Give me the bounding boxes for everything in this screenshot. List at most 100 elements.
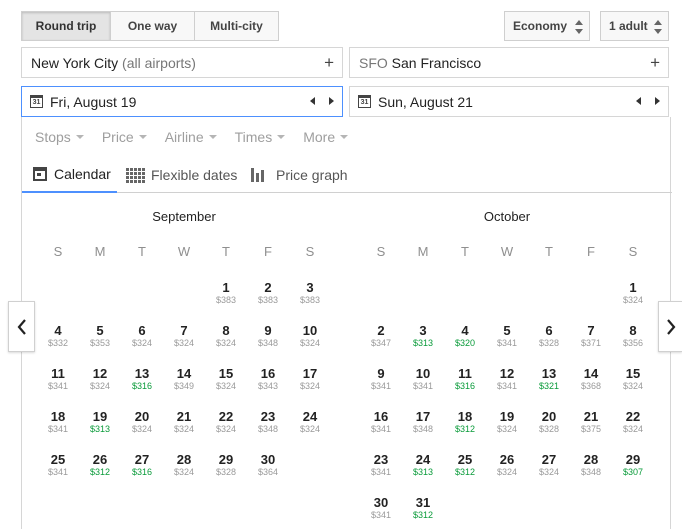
tab-calendar[interactable]: Calendar [22, 157, 117, 193]
filter-bar: Stops Price Airline Times More [35, 129, 366, 145]
calendar-day[interactable]: 17 $324 [289, 367, 331, 392]
calendar-day[interactable]: 1 $324 [612, 281, 654, 306]
calendar-day[interactable]: 9 $348 [247, 324, 289, 349]
filter-airline[interactable]: Airline [165, 129, 217, 145]
calendar-day[interactable]: 22 $324 [205, 410, 247, 435]
calendar-day[interactable]: 28 $324 [163, 453, 205, 478]
calendar-day[interactable]: 20 $328 [528, 410, 570, 435]
calendar-day[interactable]: 27 $316 [121, 453, 163, 478]
day-number: 16 [373, 409, 389, 424]
one-way-button[interactable]: One way [111, 11, 195, 41]
day-number: 22 [218, 409, 234, 424]
weekday-label: S [305, 244, 315, 259]
calendar-day[interactable]: 20 $324 [121, 410, 163, 435]
calendar-day[interactable]: 1 $383 [205, 281, 247, 306]
calendar-day[interactable]: 12 $341 [486, 367, 528, 392]
filter-price[interactable]: Price [102, 129, 147, 145]
calendar-day[interactable]: 6 $328 [528, 324, 570, 349]
calendar-day[interactable]: 16 $341 [360, 410, 402, 435]
calendar-day[interactable]: 5 $341 [486, 324, 528, 349]
calendar-day[interactable]: 2 $347 [360, 324, 402, 349]
calendar-day[interactable]: 12 $324 [79, 367, 121, 392]
previous-day-icon[interactable] [636, 97, 641, 105]
calendar-day[interactable]: 6 $324 [121, 324, 163, 349]
day-number: 30 [260, 452, 276, 467]
calendar-day[interactable]: 30 $364 [247, 453, 289, 478]
calendar-day[interactable]: 14 $349 [163, 367, 205, 392]
calendar-day[interactable]: 19 $313 [79, 410, 121, 435]
calendar-day[interactable]: 25 $312 [444, 453, 486, 478]
calendar-day[interactable]: 31 $312 [402, 496, 444, 521]
departure-date-field[interactable]: 31 Fri, August 19 [21, 86, 343, 117]
add-destination-icon[interactable]: + [650, 53, 660, 73]
filter-more[interactable]: More [303, 129, 349, 145]
calendar-day[interactable]: 19 $324 [486, 410, 528, 435]
tab-price-graph[interactable]: Price graph [251, 157, 348, 193]
passengers-select[interactable]: 1 adult [600, 11, 669, 41]
calendar-day[interactable]: 11 $316 [444, 367, 486, 392]
tab-flexible-dates[interactable]: Flexible dates [126, 157, 237, 193]
origin-field[interactable]: New York City (all airports) + [21, 47, 343, 78]
calendar-day[interactable]: 7 $371 [570, 324, 612, 349]
calendar-day[interactable]: 29 $307 [612, 453, 654, 478]
calendar-day[interactable]: 21 $375 [570, 410, 612, 435]
calendar-day[interactable]: 4 $332 [37, 324, 79, 349]
calendar-day[interactable]: 10 $324 [289, 324, 331, 349]
calendar-day[interactable]: 21 $324 [163, 410, 205, 435]
calendar-day[interactable]: 11 $341 [37, 367, 79, 392]
calendar-day[interactable]: 9 $341 [360, 367, 402, 392]
calendar-day[interactable]: 8 $324 [205, 324, 247, 349]
calendar-day[interactable]: 23 $348 [247, 410, 289, 435]
calendar-day[interactable]: 10 $341 [402, 367, 444, 392]
day-number: 19 [499, 409, 515, 424]
return-date-field[interactable]: 31 Sun, August 21 [349, 86, 669, 117]
calendar-day[interactable]: 3 $383 [289, 281, 331, 306]
day-number: 10 [302, 323, 318, 338]
calendar-day[interactable]: 4 $320 [444, 324, 486, 349]
calendar-day[interactable]: 24 $313 [402, 453, 444, 478]
calendar-day[interactable]: 15 $324 [205, 367, 247, 392]
cabin-class-select[interactable]: Economy [504, 11, 590, 41]
calendar-day[interactable]: 13 $316 [121, 367, 163, 392]
calendar-day[interactable]: 18 $341 [37, 410, 79, 435]
add-origin-icon[interactable]: + [324, 53, 334, 73]
multi-city-button[interactable]: Multi-city [195, 11, 279, 41]
calendar-day[interactable]: 26 $324 [486, 453, 528, 478]
calendar-day[interactable]: 15 $324 [612, 367, 654, 392]
destination-field[interactable]: SFO San Francisco + [349, 47, 669, 78]
day-number: 24 [415, 452, 431, 467]
filter-stops[interactable]: Stops [35, 129, 84, 145]
previous-day-icon[interactable] [310, 97, 315, 105]
day-number: 14 [176, 366, 192, 381]
previous-month-button[interactable] [8, 301, 35, 352]
calendar-day[interactable]: 18 $312 [444, 410, 486, 435]
calendar-day[interactable]: 7 $324 [163, 324, 205, 349]
day-price: $324 [622, 381, 644, 391]
next-month-button[interactable] [658, 301, 682, 352]
round-trip-button[interactable]: Round trip [21, 11, 111, 41]
day-number: 27 [541, 452, 557, 467]
calendar-day[interactable]: 3 $313 [402, 324, 444, 349]
return-date: Sun, August 21 [378, 93, 473, 110]
calendar-day[interactable]: 8 $356 [612, 324, 654, 349]
calendar-day[interactable]: 25 $341 [37, 453, 79, 478]
calendar-day[interactable]: 27 $324 [528, 453, 570, 478]
calendar-day[interactable]: 2 $383 [247, 281, 289, 306]
calendar-day[interactable]: 17 $348 [402, 410, 444, 435]
calendar-day[interactable]: 30 $341 [360, 496, 402, 521]
calendar-day[interactable]: 28 $348 [570, 453, 612, 478]
day-price: $324 [622, 424, 644, 434]
calendar-day[interactable]: 29 $328 [205, 453, 247, 478]
calendar-day[interactable]: 14 $368 [570, 367, 612, 392]
next-day-icon[interactable] [329, 97, 334, 105]
calendar-day[interactable]: 5 $353 [79, 324, 121, 349]
next-day-icon[interactable] [655, 97, 660, 105]
calendar-day[interactable]: 26 $312 [79, 453, 121, 478]
calendar-day[interactable]: 24 $324 [289, 410, 331, 435]
calendar-day[interactable]: 23 $341 [360, 453, 402, 478]
calendar-day[interactable]: 13 $321 [528, 367, 570, 392]
day-price: $324 [496, 467, 518, 477]
filter-times[interactable]: Times [235, 129, 286, 145]
calendar-day[interactable]: 16 $343 [247, 367, 289, 392]
calendar-day[interactable]: 22 $324 [612, 410, 654, 435]
